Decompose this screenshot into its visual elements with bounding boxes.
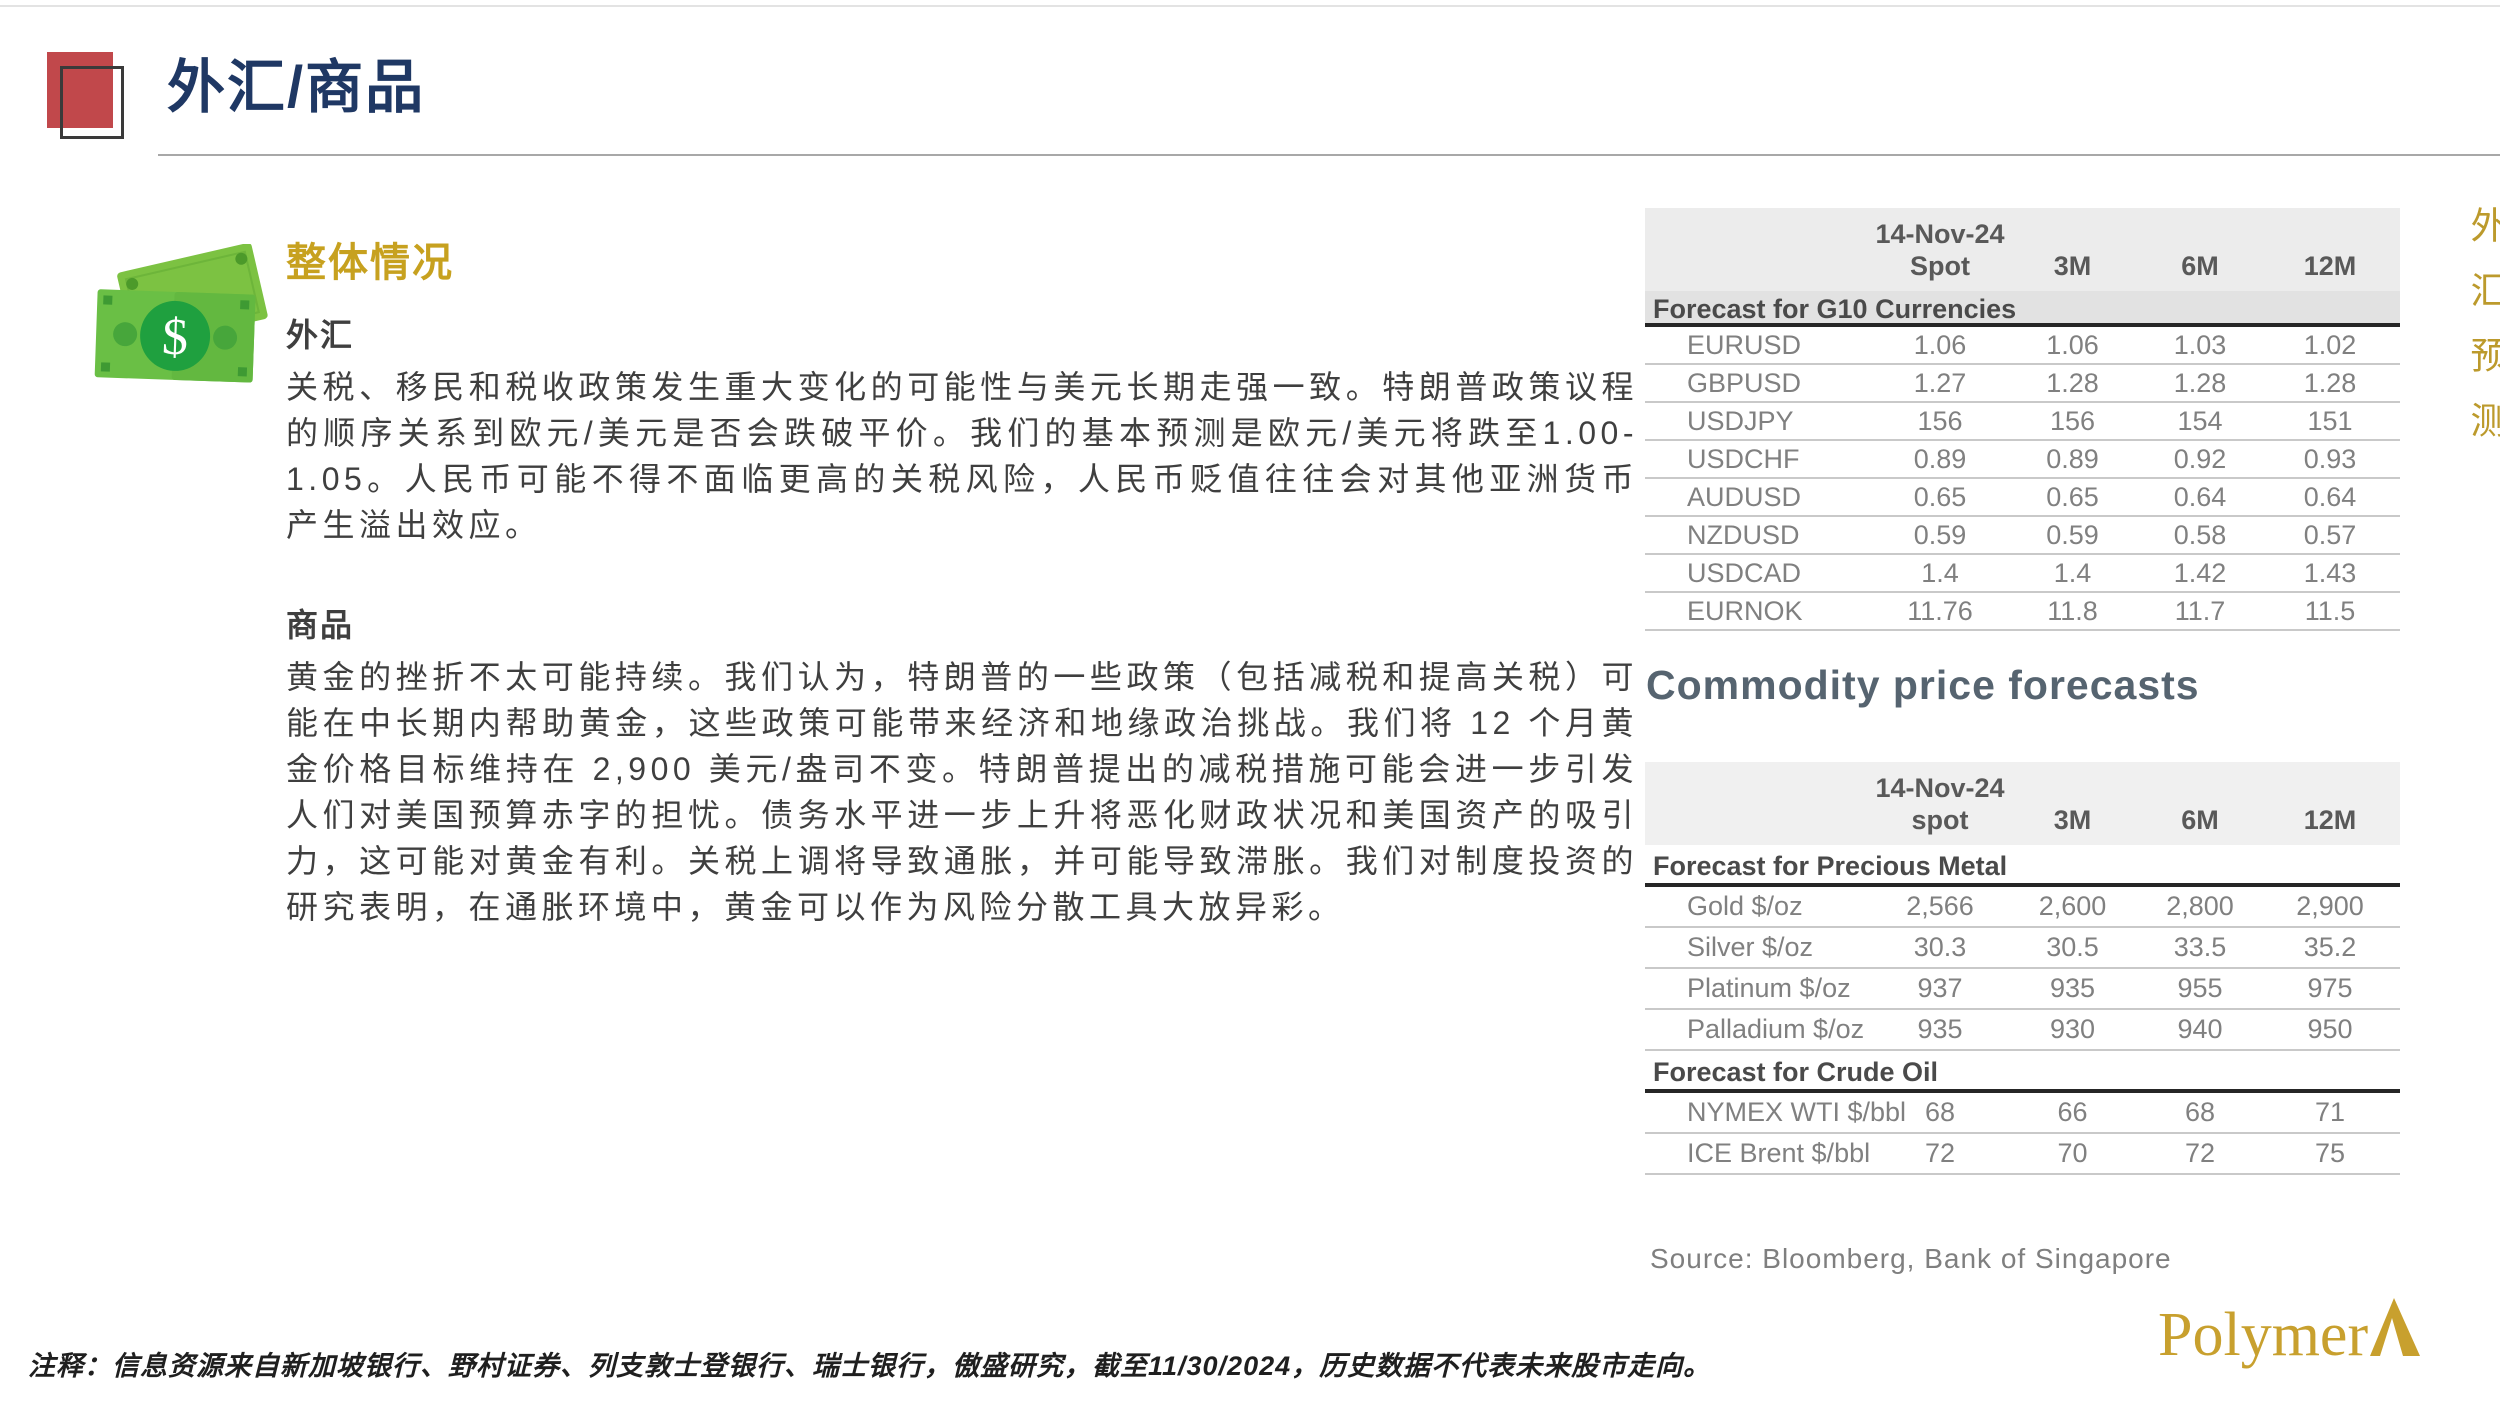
fx-header-3m: 3M bbox=[2005, 251, 2140, 282]
table-row: AUDUSD 0.65 0.65 0.64 0.64 bbox=[1645, 479, 2400, 517]
fx-subheading: 外汇 bbox=[286, 310, 1638, 356]
commodity-label: NYMEX WTI $/bbl bbox=[1645, 1097, 1875, 1128]
table-row: USDJPY 156 156 154 151 bbox=[1645, 403, 2400, 441]
table-row: EURUSD 1.06 1.06 1.03 1.02 bbox=[1645, 327, 2400, 365]
table-row: GBPUSD 1.27 1.28 1.28 1.28 bbox=[1645, 365, 2400, 403]
polymer-logo-triangle-icon bbox=[2370, 1298, 2420, 1361]
fx-paragraph: 关税、移民和税收政策发生重大变化的可能性与美元长期走强一致。特朗普政策议程的顺序… bbox=[286, 364, 1638, 548]
table-row: Gold $/oz 2,566 2,600 2,800 2,900 bbox=[1645, 887, 2400, 928]
paragraph-gap bbox=[286, 548, 1638, 600]
currency-pair-label: EURNOK bbox=[1645, 596, 1875, 627]
commodity-label: Silver $/oz bbox=[1645, 932, 1875, 963]
page-title: 外汇/商品 bbox=[167, 40, 425, 124]
commodity-label: Platinum $/oz bbox=[1645, 973, 1875, 1004]
table-row: Palladium $/oz 935 930 940 950 bbox=[1645, 1010, 2400, 1051]
currency-pair-label: EURUSD bbox=[1645, 330, 1875, 361]
commodity-header-3m: 3M bbox=[2005, 805, 2140, 836]
source-note: Source: Bloomberg, Bank of Singapore bbox=[1650, 1243, 2172, 1275]
commodity-label: Gold $/oz bbox=[1645, 891, 1875, 922]
commodity-header-12m: 12M bbox=[2260, 805, 2400, 836]
fx-header-6m: 6M bbox=[2140, 251, 2260, 282]
outline-square-decoration bbox=[60, 66, 124, 139]
overview-section: 整体情况 外汇 关税、移民和税收政策发生重大变化的可能性与美元长期走强一致。特朗… bbox=[286, 230, 1638, 930]
precious-metal-section-header: Forecast for Precious Metal bbox=[1645, 845, 2400, 887]
fx-header-spot: Spot bbox=[1875, 251, 2005, 282]
table-row: Platinum $/oz 937 935 955 975 bbox=[1645, 969, 2400, 1010]
footnote: 注释：信息资源来自新加坡银行、野村证券、列支敦士登银行、瑞士银行，傲盛研究，截至… bbox=[28, 1344, 1711, 1383]
polymer-logo-text: Polymer bbox=[2158, 1307, 2368, 1363]
table-row: EURNOK 11.76 11.8 11.7 11.5 bbox=[1645, 593, 2400, 631]
currency-pair-label: GBPUSD bbox=[1645, 368, 1875, 399]
commodity-label: Palladium $/oz bbox=[1645, 1014, 1875, 1045]
slide-canvas: 外汇/商品 $ 整体情况 bbox=[0, 0, 2500, 1406]
title-divider bbox=[158, 154, 2500, 156]
fx-section-header: Forecast for G10 Currencies bbox=[1645, 291, 2400, 327]
commodity-table-title: Commodity price forecasts bbox=[1646, 662, 2200, 709]
table-row: NYMEX WTI $/bbl 68 66 68 71 bbox=[1645, 1093, 2400, 1134]
commodity-forecast-table: 14-Nov-24 spot 3M 6M 12M Forecast for Pr… bbox=[1645, 762, 2400, 1175]
table-row: Silver $/oz 30.3 30.5 33.5 35.2 bbox=[1645, 928, 2400, 969]
commodity-paragraph: 黄金的挫折不太可能持续。我们认为，特朗普的一些政策（包括减税和提高关税）可能在中… bbox=[286, 654, 1638, 930]
table-row: USDCHF 0.89 0.89 0.92 0.93 bbox=[1645, 441, 2400, 479]
money-banknotes-icon: $ bbox=[92, 244, 272, 404]
commodity-header-spot: spot bbox=[1875, 805, 2005, 836]
fx-table-header: 14-Nov-24 Spot 3M 6M 12M bbox=[1645, 208, 2400, 291]
commodity-table-header: 14-Nov-24 spot 3M 6M 12M bbox=[1645, 762, 2400, 845]
table-row: NZDUSD 0.59 0.59 0.58 0.57 bbox=[1645, 517, 2400, 555]
vertical-sidebar-label: 外汇预测 bbox=[2458, 206, 2500, 466]
overview-heading: 整体情况 bbox=[286, 230, 1638, 288]
currency-pair-label: USDCAD bbox=[1645, 558, 1875, 589]
fx-forecast-table: 14-Nov-24 Spot 3M 6M 12M Forecast for G1… bbox=[1645, 208, 2400, 631]
fx-header-date: 14-Nov-24 bbox=[1875, 219, 2005, 250]
table-row: USDCAD 1.4 1.4 1.42 1.43 bbox=[1645, 555, 2400, 593]
fx-header-12m: 12M bbox=[2260, 251, 2400, 282]
currency-pair-label: NZDUSD bbox=[1645, 520, 1875, 551]
commodity-label: ICE Brent $/bbl bbox=[1645, 1138, 1875, 1169]
svg-text:$: $ bbox=[161, 308, 189, 366]
commodity-subheading: 商品 bbox=[286, 600, 1638, 646]
polymer-logo: Polymer bbox=[2158, 1298, 2420, 1363]
commodity-header-date: 14-Nov-24 bbox=[1875, 773, 2005, 804]
commodity-header-6m: 6M bbox=[2140, 805, 2260, 836]
top-divider bbox=[0, 5, 2500, 7]
currency-pair-label: USDJPY bbox=[1645, 406, 1875, 437]
crude-oil-section-header: Forecast for Crude Oil bbox=[1645, 1051, 2400, 1093]
table-row: ICE Brent $/bbl 72 70 72 75 bbox=[1645, 1134, 2400, 1175]
currency-pair-label: AUDUSD bbox=[1645, 482, 1875, 513]
currency-pair-label: USDCHF bbox=[1645, 444, 1875, 475]
